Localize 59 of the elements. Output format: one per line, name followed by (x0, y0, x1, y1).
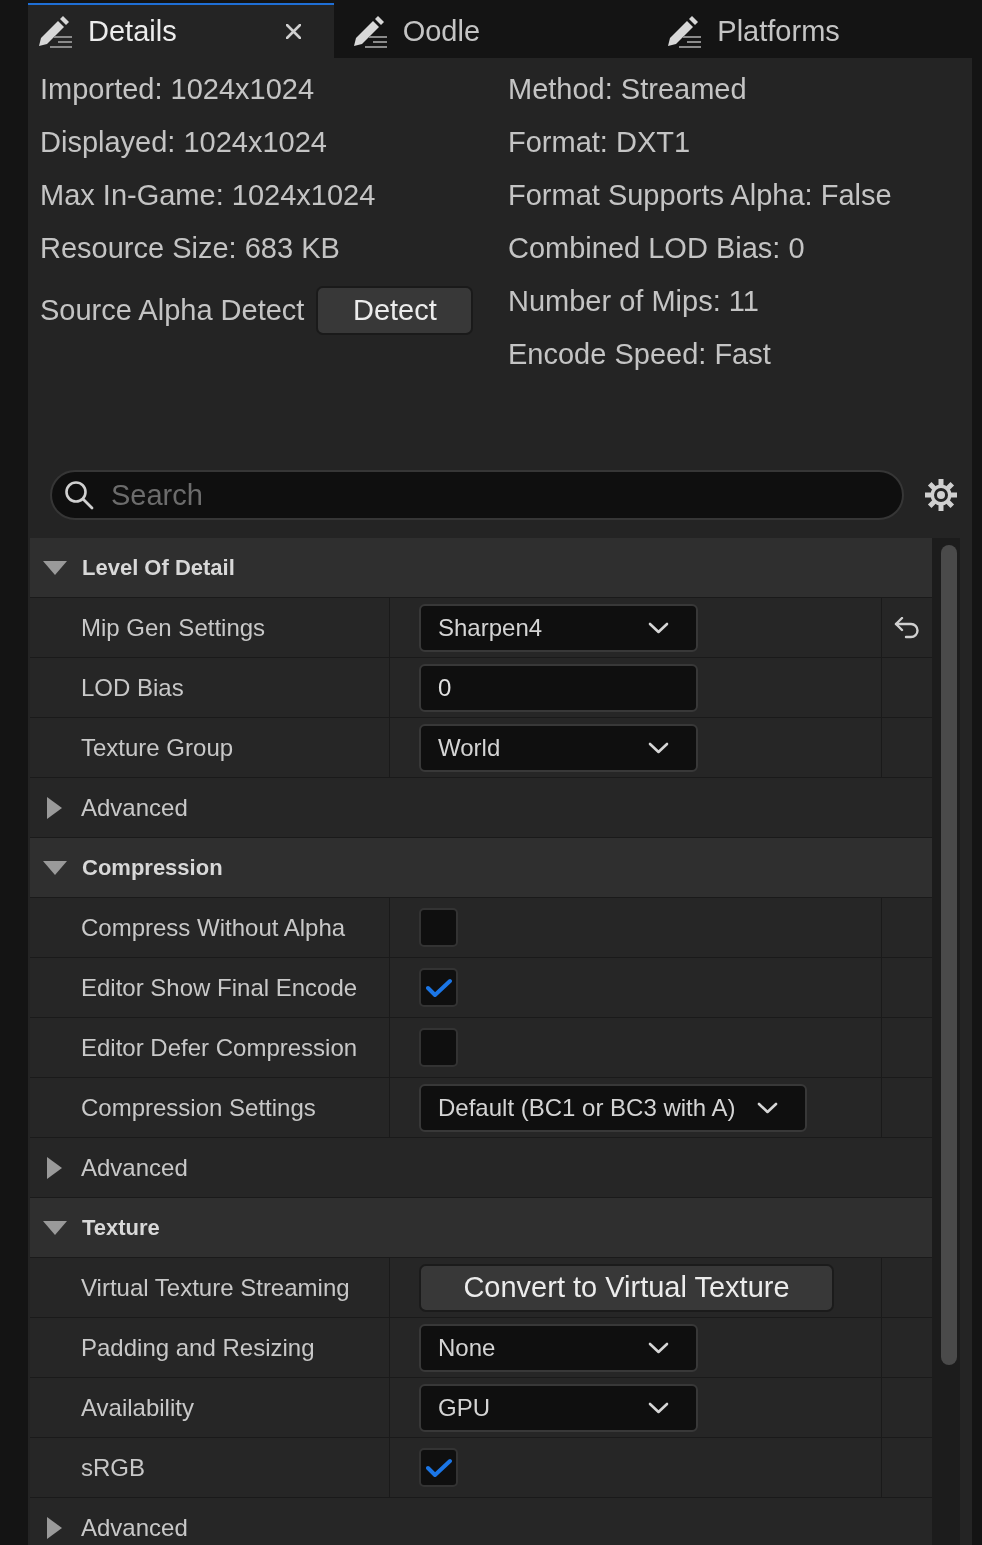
category-header[interactable]: Texture (30, 1198, 932, 1257)
info-label: Source Alpha Detect (40, 294, 305, 327)
pencil-icon (667, 15, 702, 48)
info-text: Displayed: 1024x1024 (40, 126, 327, 159)
property-name: Compress Without Alpha (81, 913, 346, 942)
dropdown[interactable]: Default (BC1 or BC3 with A) (419, 1083, 808, 1132)
info-text: Format Supports Alpha: False (508, 179, 892, 212)
number-field[interactable]: 0 (419, 663, 698, 712)
property-name: Virtual Texture Streaming (81, 1273, 350, 1302)
reset-arrow-icon[interactable] (894, 616, 920, 639)
property-name: Texture Group (81, 733, 234, 762)
info-text: Resource Size: 683 KB (40, 232, 340, 265)
info-text: Imported: 1024x1024 (40, 73, 315, 106)
dropdown[interactable]: World (419, 723, 698, 772)
property-name: sRGB (81, 1453, 145, 1482)
property-name: Compression Settings (81, 1093, 316, 1122)
chevron-icon (757, 1101, 779, 1114)
group-row[interactable]: Advanced (30, 1138, 932, 1197)
info-text: Number of Mips: 11 (508, 285, 759, 318)
scrollbar-thumb[interactable] (941, 545, 957, 1365)
tab[interactable]: Details (28, 3, 334, 58)
tab[interactable]: Oodle (342, 3, 649, 58)
property-name: Editor Defer Compression (81, 1033, 358, 1062)
property-name: Editor Show Final Encode (81, 973, 358, 1002)
property-name: Mip Gen Settings (81, 613, 266, 642)
category-header[interactable]: Level Of Detail (30, 538, 932, 597)
property-name: Padding and Resizing (81, 1333, 315, 1362)
property-name: LOD Bias (81, 673, 184, 702)
action-button[interactable]: Convert to Virtual Texture (419, 1263, 834, 1312)
checkbox[interactable] (419, 1448, 458, 1487)
pencil-icon (352, 15, 387, 48)
info-text: Encode Speed: Fast (508, 338, 771, 371)
search-icon (64, 480, 94, 510)
checkbox[interactable] (419, 908, 458, 947)
tab[interactable]: Platforms (657, 3, 963, 58)
chevron-icon (648, 1401, 669, 1414)
category-header[interactable]: Compression (30, 838, 932, 897)
property-name: Availability (81, 1393, 194, 1422)
chevron-icon (648, 621, 669, 634)
dropdown[interactable]: Sharpen4 (419, 603, 698, 652)
pencil-icon (38, 15, 72, 48)
check-icon (425, 1457, 452, 1478)
group-row[interactable]: Advanced (30, 778, 932, 837)
check-icon (425, 977, 452, 998)
dropdown[interactable]: None (419, 1323, 698, 1372)
group-row[interactable]: Advanced (30, 1498, 932, 1545)
search-field[interactable]: Search (50, 470, 904, 520)
info-text: Method: Streamed (508, 73, 747, 106)
checkbox[interactable] (419, 1028, 458, 1067)
chevron-icon (648, 1341, 669, 1354)
close-icon[interactable] (285, 24, 301, 39)
info-text: Format: DXT1 (508, 126, 691, 159)
dropdown[interactable]: GPU (419, 1383, 698, 1432)
settings-icon[interactable] (924, 478, 958, 512)
chevron-icon (648, 741, 669, 754)
info-text: Max In-Game: 1024x1024 (40, 179, 376, 212)
info-text: Combined LOD Bias: 0 (508, 232, 805, 265)
checkbox[interactable] (419, 968, 458, 1007)
detect-button[interactable]: Detect (316, 286, 474, 335)
